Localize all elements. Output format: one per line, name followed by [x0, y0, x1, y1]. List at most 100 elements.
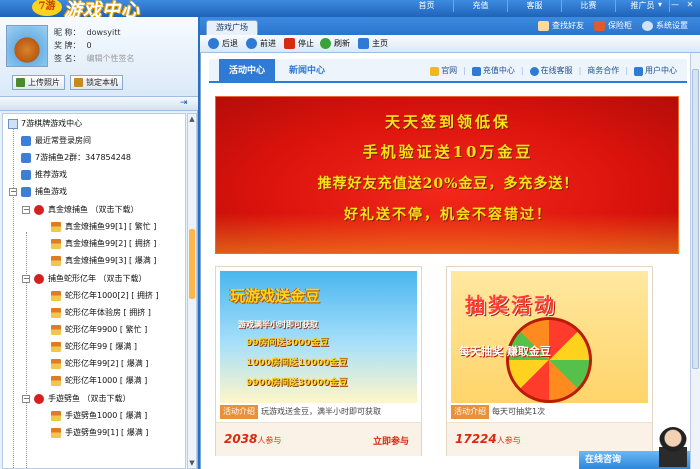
tree-room[interactable]: 真金燎捕鱼99[3] [ 爆满 ] — [3, 253, 185, 269]
tree-item-label: 捕鱼游戏 — [35, 187, 67, 196]
house-icon — [51, 342, 61, 352]
tree-scroll-thumb[interactable] — [189, 229, 195, 299]
upload-photo-button[interactable]: 上传照片 — [12, 75, 65, 90]
tree-room[interactable]: 蛇形亿年1000[2] [ 拥挤 ] — [3, 288, 185, 304]
tree-game[interactable]: − 捕鱼蛇形亿年 （双击下载） — [3, 271, 185, 287]
top-nav-home[interactable]: 首页 — [400, 0, 454, 12]
home-button[interactable]: 主页 — [358, 38, 388, 50]
tree-game[interactable]: − 真金燎捕鱼 （双击下载） — [3, 202, 185, 218]
tree-room-label: 蛇形亿年9900 [ 繁忙 ] — [65, 325, 148, 334]
prize-wheel-icon — [506, 317, 592, 403]
activity-desc: 玩游戏送金豆，满半小时即可获取 — [261, 407, 381, 416]
tree-game[interactable]: − 手遊劈鱼 （双击下载） — [3, 391, 185, 407]
activity-image[interactable]: 抽奖活动 每天抽奖 赚取金豆 — [451, 271, 648, 403]
logo-badge: 7游 — [32, 0, 62, 16]
tree-room[interactable]: 蛇形亿年99 [ 爆满 ] — [3, 339, 185, 355]
tree-room[interactable]: 真金燎捕鱼99[2] [ 拥挤 ] — [3, 236, 185, 252]
menu-icon[interactable]: ▾ — [654, 0, 666, 10]
find-friend-button[interactable]: 查找好友 — [538, 19, 584, 33]
content-scroll-thumb[interactable] — [692, 69, 699, 369]
tree-item[interactable]: 最近常登录房间 — [3, 133, 185, 149]
stop-label: 停止 — [298, 39, 314, 48]
back-button[interactable]: 后退 — [208, 38, 238, 50]
link-business-label: 商务合作 — [587, 66, 620, 75]
lock-machine-button[interactable]: 锁定本机 — [70, 75, 123, 90]
lottery-row: 奖 牌： 0 — [54, 40, 92, 51]
tree-room[interactable]: 手遊劈鱼99[1] [ 爆满 ] — [3, 425, 185, 441]
lock-machine-label: 锁定本机 — [86, 78, 118, 87]
settings-button[interactable]: 系统设置 — [642, 19, 688, 33]
refresh-label: 刷新 — [334, 39, 350, 48]
content-scrollbar[interactable] — [690, 53, 700, 469]
close-icon[interactable]: ✕ — [684, 0, 696, 10]
banner-line-1: 天天签到领低保 — [384, 113, 511, 131]
tree-room[interactable]: 蛇形亿年1000 [ 爆满 ] — [3, 373, 185, 389]
safe-box-button[interactable]: 保险柜 — [594, 19, 632, 33]
stop-icon — [284, 38, 295, 49]
stop-button[interactable]: 停止 — [284, 38, 314, 50]
promo-banner[interactable]: 天天签到领低保 手机验证送10万金豆 推荐好友充值送20%金豆，多充多送！ 好礼… — [215, 96, 680, 254]
tree-room[interactable]: 蛇形亿年体验房 [ 拥挤 ] — [3, 305, 185, 321]
top-nav-match[interactable]: 比赛 — [562, 0, 616, 12]
user-profile: 昵 称： dowsyitt 奖 牌： 0 签 名： 编辑个性签名 上传照片 锁定本机 — [0, 17, 198, 97]
tree-item[interactable]: 推荐游戏 — [3, 167, 185, 183]
activity-card[interactable]: 玩游戏送金豆 游戏满半小时即可获取 99房间送3000金豆 1000房间送100… — [215, 266, 422, 456]
main-panel: 游戏广场 查找好友 保险柜 系统设置 后退 前进 停止 刷新 主页 活动中心 新… — [200, 17, 700, 469]
join-button[interactable]: 立即参与 — [373, 434, 409, 447]
house-icon — [51, 291, 61, 301]
collapse-icon[interactable]: − — [9, 188, 17, 196]
online-consult-widget[interactable]: 在线咨询 — [579, 427, 690, 469]
tab-activity-center[interactable]: 活动中心 — [219, 59, 275, 83]
top-nav-recharge[interactable]: 充值 — [454, 0, 508, 12]
link-user-center[interactable]: 用户中心 — [634, 59, 677, 83]
participant-count: 17224人参与 — [455, 432, 521, 446]
tree-room[interactable]: 蛇形亿年9900 [ 繁忙 ] — [3, 322, 185, 338]
link-online-service[interactable]: 在线客服 — [529, 59, 573, 83]
separator: | — [520, 66, 524, 75]
tree-item-label: 最近常登录房间 — [35, 136, 91, 145]
tree-room-label: 蛇形亿年1000[2] [ 拥挤 ] — [65, 291, 159, 300]
room-icon — [21, 187, 31, 197]
minimize-icon[interactable]: — — [669, 0, 681, 10]
refresh-button[interactable]: 刷新 — [320, 38, 350, 50]
activity-image-line: 1000房间送10000金豆 — [246, 358, 348, 368]
link-official-site-label: 官网 — [441, 66, 458, 75]
forward-button[interactable]: 前进 — [246, 38, 276, 50]
activity-image-title: 抽奖活动 — [465, 293, 557, 317]
tree-root[interactable]: 7游棋牌游戏中心 — [3, 116, 185, 132]
tab-news-center[interactable]: 新闻中心 — [289, 59, 325, 83]
link-recharge[interactable]: 充值中心 — [471, 59, 515, 83]
tree-room[interactable]: 手遊劈鱼1000 [ 爆满 ] — [3, 408, 185, 424]
pin-icon[interactable]: ⇥ — [180, 99, 190, 108]
download-icon — [34, 274, 44, 284]
back-icon — [208, 38, 219, 49]
collapse-icon[interactable]: − — [22, 275, 30, 283]
top-nav-service[interactable]: 客服 — [508, 0, 562, 12]
link-user-center-label: 用户中心 — [645, 66, 677, 75]
refresh-icon — [320, 38, 331, 49]
collapse-icon[interactable]: − — [22, 206, 30, 214]
avatar[interactable] — [6, 25, 48, 67]
scroll-up-icon[interactable]: ▲ — [188, 114, 196, 124]
activity-image[interactable]: 玩游戏送金豆 游戏满半小时即可获取 99房间送3000金豆 1000房间送100… — [220, 271, 417, 403]
tree-room[interactable]: 真金燎捕鱼99[1] [ 繁忙 ] — [3, 219, 185, 235]
activity-desc-row: 活动介绍 每天可抽奖1次 — [451, 405, 648, 419]
banner-line-4: 好礼送不停，机会不容错过！ — [344, 207, 552, 223]
link-official-site[interactable]: 官网 — [430, 59, 457, 83]
tree-item[interactable]: − 捕鱼游戏 — [3, 184, 185, 200]
collapse-icon[interactable]: − — [22, 395, 30, 403]
back-label: 后退 — [222, 39, 238, 48]
participant-count-value: 2038 — [224, 432, 258, 446]
tree-item[interactable]: 7游捕鱼2群：347854248 — [3, 150, 185, 166]
user-icon — [634, 67, 643, 76]
tree-room[interactable]: 蛇形亿年99[2] [ 爆满 ] — [3, 356, 185, 372]
tab-game-plaza[interactable]: 游戏广场 — [206, 20, 258, 35]
scroll-down-icon[interactable]: ▼ — [188, 458, 196, 468]
link-business[interactable]: 商务合作 — [587, 59, 619, 83]
coin-icon — [471, 67, 481, 76]
activity-image-sub: 游戏满半小时即可获取 — [238, 320, 318, 329]
tree-scrollbar[interactable]: ▲ ▼ — [187, 113, 197, 469]
sign-input[interactable]: 编辑个性签名 — [87, 54, 135, 63]
tab-tools: 查找好友 保险柜 系统设置 — [538, 19, 688, 33]
activity-card[interactable]: 抽奖活动 每天抽奖 赚取金豆 活动介绍 每天可抽奖1次 17224人参与 — [446, 266, 653, 456]
